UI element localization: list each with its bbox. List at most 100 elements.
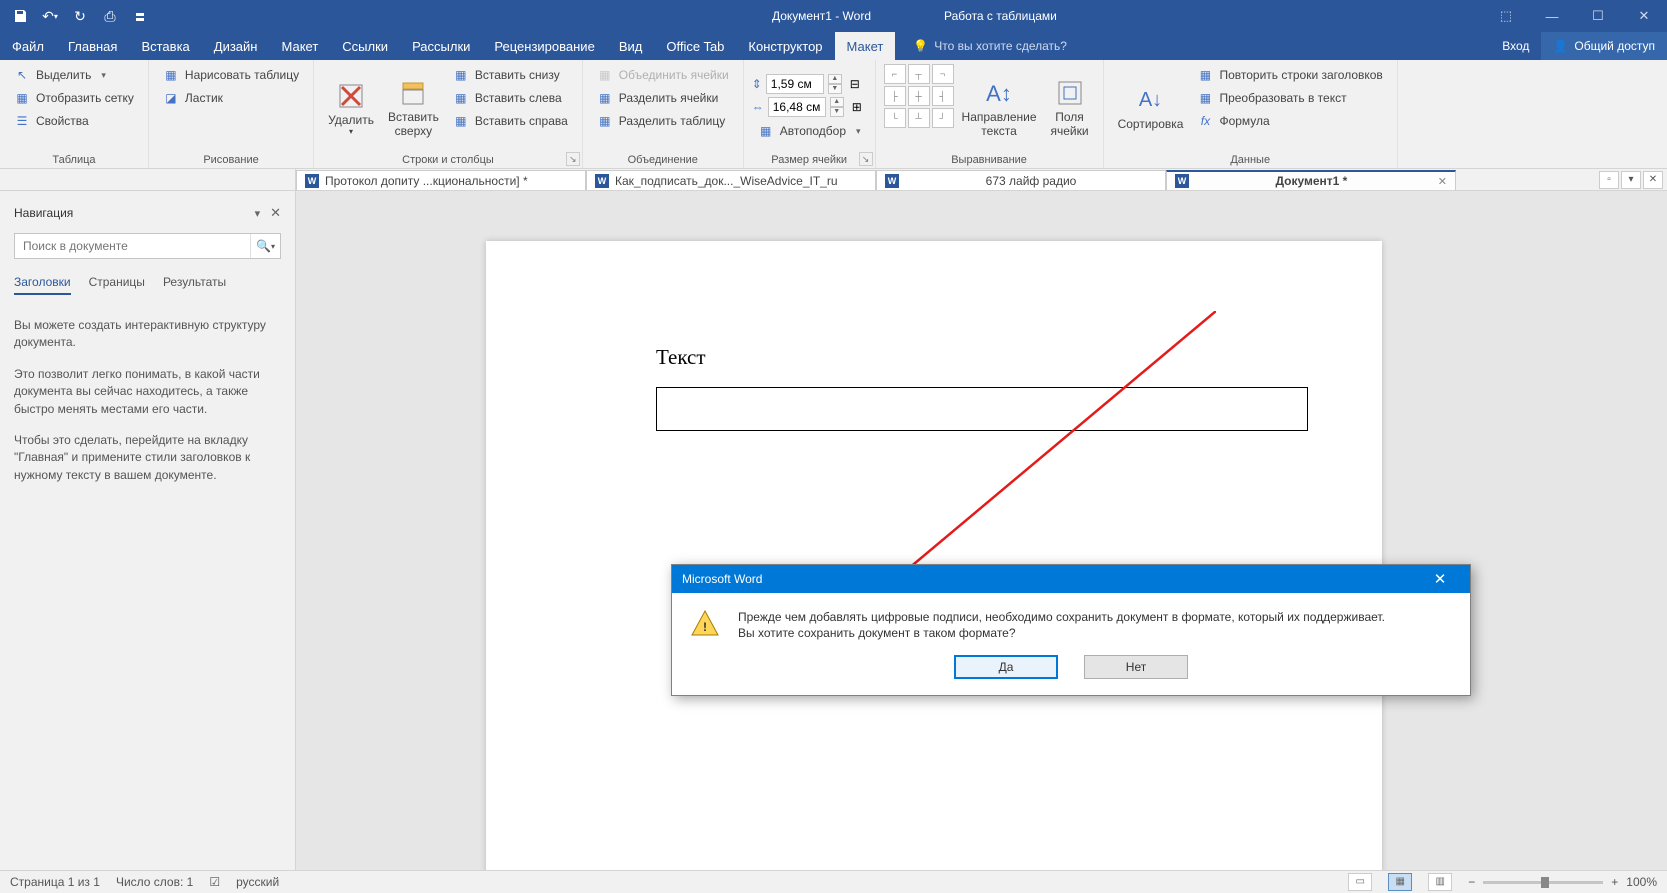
web-layout-icon[interactable]: ▥ <box>1428 873 1452 891</box>
table-cell[interactable] <box>656 387 1308 431</box>
doc-tab[interactable]: WПротокол допиту ...кциональности] * <box>296 170 586 190</box>
insert-left-label: Вставить слева <box>475 91 562 105</box>
maximize-icon[interactable]: ☐ <box>1575 0 1621 32</box>
cell-margins-icon <box>1054 77 1086 109</box>
select-button[interactable]: ↖Выделить <box>8 64 140 86</box>
document-area[interactable]: Текст Microsoft Word ✕ ! Прежде чем доба… <box>296 191 1667 870</box>
properties-button[interactable]: ☰Свойства <box>8 110 140 132</box>
group-label: Таблица <box>52 152 95 166</box>
repeat-header-button[interactable]: ▦Повторить строки заголовков <box>1191 64 1388 86</box>
zoom-value[interactable]: 100% <box>1626 875 1657 889</box>
menu-layout[interactable]: Макет <box>269 32 330 60</box>
align-bc[interactable]: ┴ <box>908 108 930 128</box>
minimize-icon[interactable]: — <box>1529 0 1575 32</box>
distribute-cols-icon[interactable]: ⊞ <box>852 100 862 114</box>
insert-left-button[interactable]: ▦Вставить слева <box>447 87 574 109</box>
print-layout-icon[interactable]: ▦ <box>1388 873 1412 891</box>
tab-menu-icon[interactable]: ▾ <box>1621 171 1641 189</box>
autofit-button[interactable]: ▦Автоподбор <box>752 120 867 142</box>
zoom-in-icon[interactable]: + <box>1611 875 1618 889</box>
text-direction-button[interactable]: A↕Направление текста <box>956 64 1043 152</box>
menu-references[interactable]: Ссылки <box>330 32 400 60</box>
doc-tab[interactable]: W673 лайф радио <box>876 170 1166 190</box>
menu-table-layout[interactable]: Макет <box>835 32 896 60</box>
touch-mode-icon[interactable]: ⎙ <box>96 2 124 30</box>
nav-tab-results[interactable]: Результаты <box>163 275 226 295</box>
menu-review[interactable]: Рецензирование <box>482 32 606 60</box>
save-icon[interactable] <box>6 2 34 30</box>
new-tab-icon[interactable]: ▫ <box>1599 171 1619 189</box>
insert-above-button[interactable]: Вставить сверху <box>382 64 445 152</box>
share-button[interactable]: 👤Общий доступ <box>1541 32 1667 60</box>
col-width-input[interactable] <box>768 97 826 117</box>
align-tc[interactable]: ┬ <box>908 64 930 84</box>
menu-insert[interactable]: Вставка <box>129 32 201 60</box>
draw-table-button[interactable]: ▦Нарисовать таблицу <box>157 64 305 86</box>
sign-in[interactable]: Вход <box>1490 32 1541 60</box>
dialog-close-icon[interactable]: ✕ <box>1420 570 1460 588</box>
tab-close-all-icon[interactable]: ✕ <box>1643 171 1663 189</box>
status-page[interactable]: Страница 1 из 1 <box>10 875 100 889</box>
search-input[interactable] <box>15 234 250 258</box>
tab-close-icon[interactable]: ✕ <box>1438 175 1447 188</box>
view-gridlines-button[interactable]: ▦Отобразить сетку <box>8 87 140 109</box>
spinner[interactable]: ▲▼ <box>828 74 842 94</box>
convert-text-button[interactable]: ▦Преобразовать в текст <box>1191 87 1388 109</box>
document-text[interactable]: Текст <box>656 345 706 370</box>
status-words[interactable]: Число слов: 1 <box>116 875 193 889</box>
yes-button[interactable]: Да <box>954 655 1058 679</box>
close-icon[interactable]: ✕ <box>1621 0 1667 32</box>
align-bl[interactable]: └ <box>884 108 906 128</box>
proofing-icon[interactable]: ☑ <box>209 875 220 889</box>
read-mode-icon[interactable]: ▭ <box>1348 873 1372 891</box>
spinner[interactable]: ▲▼ <box>830 97 844 117</box>
menu-table-design[interactable]: Конструктор <box>736 32 834 60</box>
nav-tab-headings[interactable]: Заголовки <box>14 275 71 295</box>
row-height-icon: ⇕ <box>752 77 762 91</box>
insert-right-button[interactable]: ▦Вставить справа <box>447 110 574 132</box>
zoom-out-icon[interactable]: − <box>1468 875 1475 889</box>
menu-view[interactable]: Вид <box>607 32 655 60</box>
insert-below-button[interactable]: ▦Вставить снизу <box>447 64 574 86</box>
qat-more-icon[interactable]: 〓 <box>126 2 154 30</box>
sort-button[interactable]: A↓Сортировка <box>1112 64 1190 152</box>
properties-label: Свойства <box>36 114 89 128</box>
align-tl[interactable]: ⌐ <box>884 64 906 84</box>
menu-design[interactable]: Дизайн <box>202 32 270 60</box>
no-button[interactable]: Нет <box>1084 655 1188 679</box>
search-icon[interactable]: 🔍▾ <box>250 234 280 258</box>
menu-file[interactable]: Файл <box>0 32 56 60</box>
dialog-launcher-icon[interactable]: ↘ <box>566 152 580 166</box>
dialog-launcher-icon[interactable]: ↘ <box>859 152 873 166</box>
formula-button[interactable]: fxФормула <box>1191 110 1388 132</box>
zoom-slider[interactable] <box>1483 881 1603 884</box>
menu-home[interactable]: Главная <box>56 32 129 60</box>
cell-margins-button[interactable]: Поля ячейки <box>1045 64 1095 152</box>
menu-officetab[interactable]: Office Tab <box>654 32 736 60</box>
tell-me[interactable]: 💡Что вы хотите сделать? <box>901 32 1079 60</box>
align-ml[interactable]: ├ <box>884 86 906 106</box>
doc-tab[interactable]: WДокумент1 *✕ <box>1166 170 1456 190</box>
dialog-titlebar[interactable]: Microsoft Word ✕ <box>672 565 1470 593</box>
status-language[interactable]: русский <box>236 875 279 889</box>
delete-button[interactable]: Удалить▾ <box>322 64 380 152</box>
align-tr[interactable]: ¬ <box>932 64 954 84</box>
redo-icon[interactable]: ↻ <box>66 2 94 30</box>
align-mr[interactable]: ┤ <box>932 86 954 106</box>
doc-tab[interactable]: WКак_подписать_док..._WiseAdvice_IT_ru <box>586 170 876 190</box>
word-icon: W <box>1175 174 1189 188</box>
convert-icon: ▦ <box>1197 90 1213 106</box>
nav-tab-pages[interactable]: Страницы <box>89 275 145 295</box>
eraser-button[interactable]: ◪Ластик <box>157 87 305 109</box>
split-cells-button[interactable]: ▦Разделить ячейки <box>591 87 735 109</box>
nav-menu-icon[interactable]: ▾ <box>255 207 261 220</box>
align-mc[interactable]: ┼ <box>908 86 930 106</box>
row-height-input[interactable] <box>766 74 824 94</box>
align-br[interactable]: ┘ <box>932 108 954 128</box>
menu-mailings[interactable]: Рассылки <box>400 32 482 60</box>
ribbon-options-icon[interactable]: ⬚ <box>1483 0 1529 32</box>
nav-close-icon[interactable]: ✕ <box>270 205 281 221</box>
undo-icon[interactable]: ↶▾ <box>36 2 64 30</box>
split-table-button[interactable]: ▦Разделить таблицу <box>591 110 735 132</box>
distribute-rows-icon[interactable]: ⊟ <box>850 77 860 91</box>
